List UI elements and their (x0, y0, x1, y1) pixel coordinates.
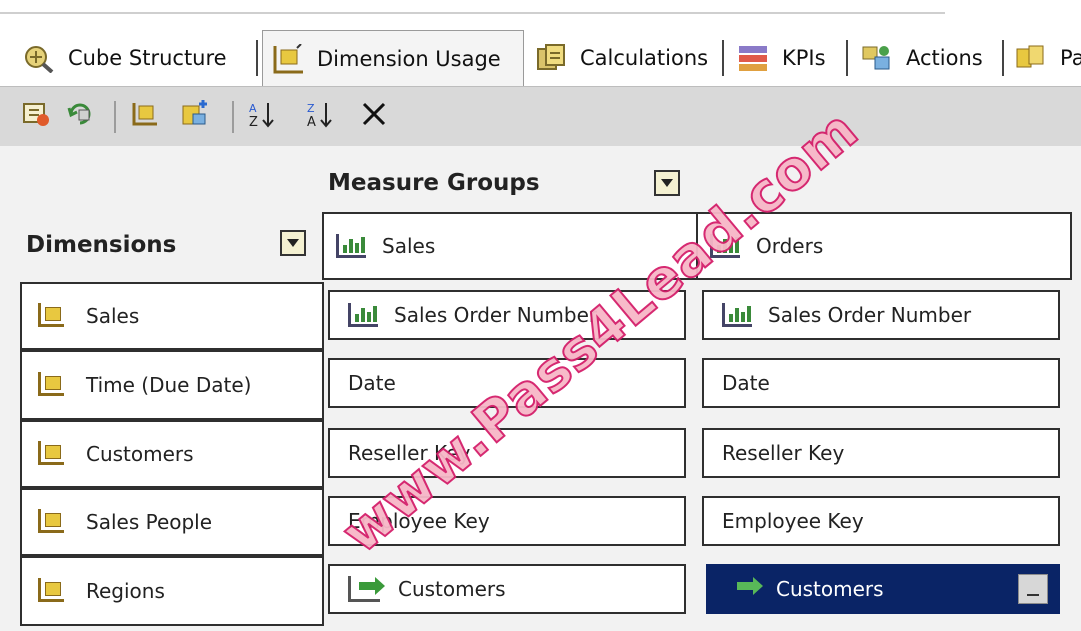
granularity-attribute: Reseller Key (722, 441, 845, 465)
svg-text:A: A (249, 102, 257, 115)
dimension-usage-icon (271, 42, 305, 74)
granularity-attribute: Customers (398, 577, 506, 601)
tab-separator (846, 40, 848, 76)
measure-group-icon (336, 234, 366, 258)
toolbar-separator (232, 101, 234, 133)
sort-ascending-icon: AZ (247, 99, 277, 133)
define-relationship-icon (65, 100, 95, 132)
svg-text:Z: Z (249, 115, 258, 129)
svg-text:Z: Z (307, 102, 315, 115)
measure-group-sales[interactable]: Sales (322, 212, 698, 280)
tab-calculations[interactable]: Calculations (526, 34, 708, 82)
measure-group-icon (710, 234, 740, 258)
dimension-icon (34, 441, 68, 467)
relationship-cell-sales-time[interactable]: Date (328, 358, 686, 408)
relationship-cell-orders-time[interactable]: Date (702, 358, 1060, 408)
add-cube-dimension-icon (21, 100, 51, 132)
granularity-attribute: Employee Key (348, 509, 490, 533)
show-dimension-button[interactable] (126, 99, 162, 133)
window-top-edge (0, 0, 945, 14)
relationship-cell-sales-sales[interactable]: Sales Order Number (328, 290, 686, 340)
tab-label: KPIs (782, 46, 826, 70)
tab-separator (722, 40, 724, 76)
tab-label: Actions (906, 46, 983, 70)
dimensions-dropdown-icon[interactable] (280, 230, 306, 256)
edit-relationship-button[interactable] (1018, 574, 1048, 604)
tab-separator (256, 40, 258, 76)
tab-kpis[interactable]: KPIs (728, 34, 826, 82)
fact-relationship-icon (348, 303, 378, 327)
tab-label: Pa (1060, 46, 1081, 70)
referenced-relationship-icon (348, 576, 385, 602)
granularity-attribute: Date (348, 371, 396, 395)
show-dimension-icon (129, 100, 159, 132)
delete-icon (359, 99, 389, 133)
dimension-icon (34, 509, 68, 535)
referenced-relationship-icon (726, 576, 763, 602)
designer-toolbar: AZ ZA (0, 86, 1081, 146)
delete-button[interactable] (356, 99, 392, 133)
dimensions-header: Dimensions (26, 232, 177, 258)
kpis-icon (736, 43, 770, 73)
dimension-usage-grid: Measure Groups Dimensions Sales Orders S… (0, 146, 1081, 631)
dimension-label: Time (Due Date) (86, 373, 252, 397)
granularity-attribute: Date (722, 371, 770, 395)
cube-structure-icon (22, 43, 56, 74)
relationship-cell-orders-customers[interactable]: Reseller Key (702, 428, 1060, 478)
measure-group-label: Sales (382, 234, 436, 258)
tab-label: Dimension Usage (317, 46, 501, 71)
toolbar-separator (114, 101, 116, 133)
measure-group-label: Orders (756, 234, 824, 258)
relationship-cell-sales-regions[interactable]: Customers (328, 564, 686, 614)
dimension-row-sales-people[interactable]: Sales People (20, 488, 324, 556)
tab-partitions[interactable]: Pa (1006, 34, 1081, 82)
fact-relationship-icon (722, 303, 752, 327)
show-measure-group-icon (179, 100, 209, 132)
tab-actions[interactable]: Actions (852, 34, 983, 82)
dimension-row-time-due-date[interactable]: Time (Due Date) (20, 350, 324, 420)
add-cube-dimension-button[interactable] (18, 99, 54, 133)
show-measure-group-button[interactable] (176, 99, 212, 133)
tab-separator (1002, 40, 1004, 76)
measure-groups-dropdown-icon[interactable] (654, 170, 680, 196)
sort-descending-button[interactable]: ZA (302, 99, 338, 133)
dimension-icon (34, 372, 68, 398)
measure-group-orders[interactable]: Orders (696, 212, 1072, 280)
dimension-label: Sales (86, 304, 140, 328)
tab-label: Cube Structure (68, 46, 227, 70)
granularity-attribute: Sales Order Number (768, 303, 972, 327)
dimension-label: Regions (86, 579, 165, 603)
dimension-label: Sales People (86, 510, 213, 534)
granularity-attribute: Customers (776, 577, 884, 601)
tab-dimension-usage[interactable]: Dimension Usage (262, 30, 524, 86)
dimension-row-sales[interactable]: Sales (20, 282, 324, 350)
dimension-icon (34, 578, 68, 604)
granularity-attribute: Sales Order Number (394, 303, 598, 327)
granularity-attribute: Employee Key (722, 509, 864, 533)
relationship-cell-orders-sales-people[interactable]: Employee Key (702, 496, 1060, 546)
partitions-icon (1014, 43, 1048, 73)
relationship-cell-sales-customers[interactable]: Reseller Key (328, 428, 686, 478)
tab-cube-structure[interactable]: Cube Structure (14, 34, 227, 82)
granularity-attribute: Reseller Key (348, 441, 471, 465)
tab-label: Calculations (580, 46, 709, 70)
define-relationship-button[interactable] (62, 99, 98, 133)
relationship-cell-sales-sales-people[interactable]: Employee Key (328, 496, 686, 546)
calculations-icon (534, 43, 568, 73)
relationship-cell-orders-sales[interactable]: Sales Order Number (702, 290, 1060, 340)
dimension-label: Customers (86, 442, 194, 466)
measure-groups-header: Measure Groups (328, 170, 540, 196)
relationship-cell-orders-regions[interactable]: Customers (706, 564, 1060, 614)
dimension-row-customers[interactable]: Customers (20, 420, 324, 488)
designer-tab-bar: Cube Structure Dimension Usage Calculati… (0, 22, 1081, 86)
sort-descending-icon: ZA (305, 99, 335, 133)
sort-ascending-button[interactable]: AZ (244, 99, 280, 133)
dimension-row-regions[interactable]: Regions (20, 556, 324, 626)
svg-text:A: A (307, 115, 316, 129)
dimension-icon (34, 303, 68, 329)
actions-icon (860, 43, 894, 73)
